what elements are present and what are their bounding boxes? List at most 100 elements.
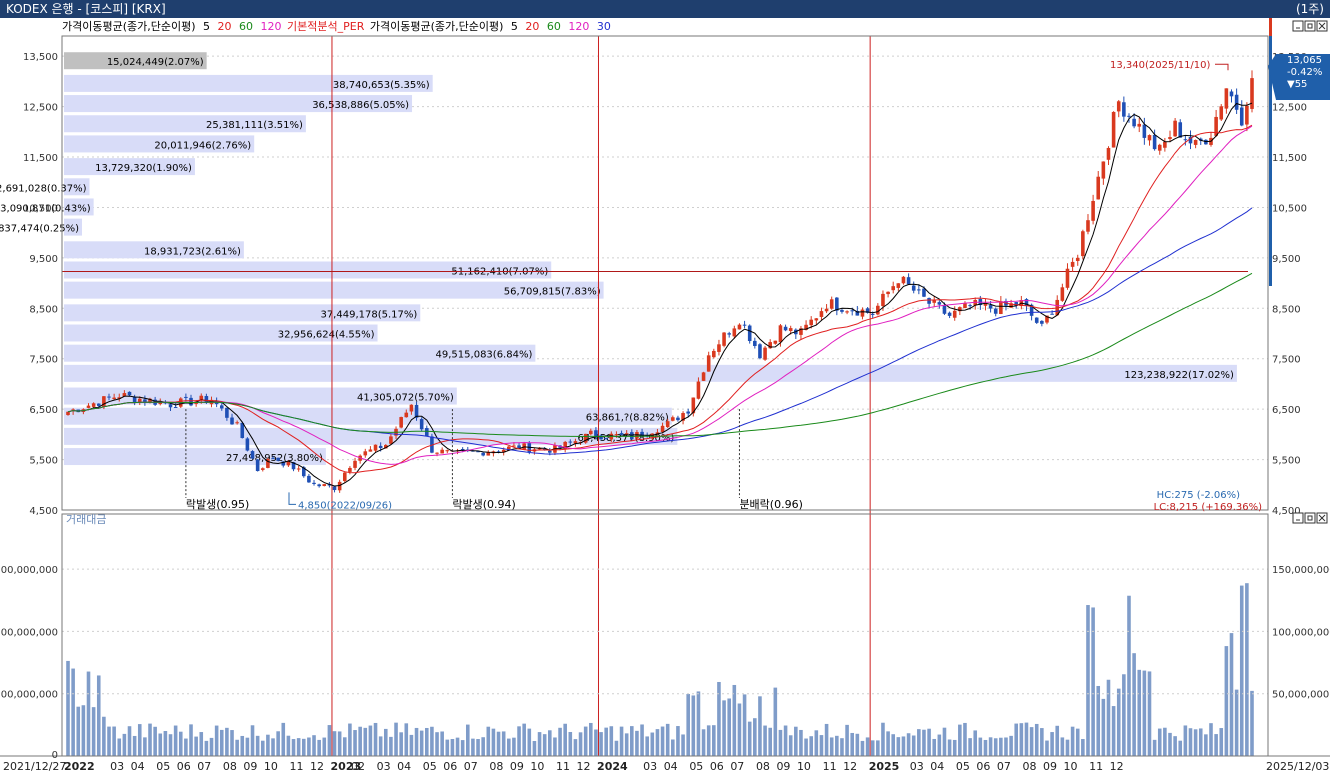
candle-body xyxy=(419,419,424,430)
volume-bar xyxy=(1106,679,1111,756)
legend-per-label: 기본적분석_PER xyxy=(287,20,365,33)
volume-bar xyxy=(322,737,327,756)
maximize-icon[interactable] xyxy=(1304,20,1316,32)
x-axis-label: 2022 xyxy=(64,760,95,773)
x-axis-label: 11 xyxy=(1089,760,1103,773)
volume-bar xyxy=(799,729,803,756)
candle-body xyxy=(999,301,1003,314)
volume-bar xyxy=(978,737,983,756)
volume-panel-controls[interactable] xyxy=(1292,512,1328,524)
period-label: (1주) xyxy=(1295,2,1324,16)
volume-bar xyxy=(1127,595,1131,756)
volume-bar xyxy=(773,687,778,756)
price-tick-right: 7,500 xyxy=(1272,355,1301,366)
volume-bar xyxy=(768,727,772,756)
volume-bar xyxy=(691,695,696,756)
x-axis-label: 07 xyxy=(997,760,1011,773)
volume-profile-label: 49,515,083(6.84%) xyxy=(436,350,533,361)
candle-body xyxy=(1245,105,1249,125)
legend-ma2-p120: 120 xyxy=(568,20,589,33)
legend-ma1-p120: 120 xyxy=(261,20,282,33)
volume-bar xyxy=(1152,739,1157,756)
volume-bar xyxy=(1034,723,1039,756)
price-tick-right: 5,500 xyxy=(1272,456,1301,467)
x-axis-label: 03 xyxy=(110,760,124,773)
volume-bar xyxy=(332,731,337,756)
x-axis-label: 08 xyxy=(756,760,770,773)
candle-body xyxy=(722,332,726,346)
price-panel-controls[interactable] xyxy=(1292,20,1328,32)
candle-body xyxy=(891,286,896,291)
candle-body xyxy=(230,417,234,425)
low-annotation: 4,850(2022/09/26) xyxy=(298,500,392,511)
candle-body xyxy=(712,350,716,358)
volume-bar xyxy=(1204,734,1208,756)
candle-body xyxy=(1040,320,1044,324)
candle-body xyxy=(840,309,844,312)
candle-body xyxy=(783,326,788,331)
candle-body xyxy=(481,452,485,456)
volume-bar xyxy=(1214,734,1218,756)
volume-tick-right: 100,000,000 xyxy=(1272,627,1330,638)
volume-bar xyxy=(840,738,844,756)
x-axis-label: 12 xyxy=(1110,760,1124,773)
candle-body xyxy=(763,347,767,360)
legend-ma2-label: 가격이동평균(종가,단순이평) xyxy=(370,20,504,33)
candle-body xyxy=(445,450,450,452)
maximize-icon[interactable] xyxy=(1304,512,1316,524)
candle-body xyxy=(409,404,414,412)
volume-bar xyxy=(214,725,219,756)
volume-bar xyxy=(614,740,619,756)
volume-profile-label: 41,305,072(5.70%) xyxy=(357,393,454,404)
x-axis-label: 09 xyxy=(1043,760,1057,773)
volume-bar xyxy=(76,706,81,756)
volume-profile-label: 1,837,474(0.25%) xyxy=(0,224,79,235)
candle-body xyxy=(276,457,280,461)
volume-bar xyxy=(1234,689,1239,756)
volume-bar xyxy=(963,722,967,756)
legend-ma2-p5: 5 xyxy=(511,20,518,33)
volume-profile-bar xyxy=(64,407,672,425)
candle-body xyxy=(1168,137,1172,139)
candle-body xyxy=(96,403,101,406)
candle-body xyxy=(271,458,275,460)
candle-body xyxy=(1152,134,1157,150)
volume-bar xyxy=(1183,725,1188,756)
volume-bar xyxy=(363,727,368,756)
volume-bar xyxy=(1142,670,1147,756)
candle-body xyxy=(917,289,921,291)
volume-bar xyxy=(758,696,762,756)
volume-bar xyxy=(665,723,670,756)
candle-body xyxy=(1096,176,1101,200)
stock-chart[interactable]: 15,024,449(2.07%) 38,740,653(5.35%) 36,538… xyxy=(0,18,1330,778)
volume-bar xyxy=(824,723,829,756)
volume-bar xyxy=(860,740,865,756)
volume-bar xyxy=(132,735,137,756)
volume-bar xyxy=(168,734,173,756)
legend-ma2-p60: 60 xyxy=(547,20,561,33)
volume-bar xyxy=(1055,725,1060,756)
minimize-icon[interactable] xyxy=(1292,512,1304,524)
volume-bar xyxy=(189,724,193,756)
minimize-icon[interactable] xyxy=(1292,20,1304,32)
volume-bar xyxy=(1188,728,1193,756)
price-tick-left: 5,500 xyxy=(29,456,58,467)
candle-body xyxy=(112,397,116,400)
candle-body xyxy=(353,460,357,468)
volume-bar xyxy=(1239,585,1244,756)
volume-bar xyxy=(245,737,250,756)
volume-bar xyxy=(722,700,726,756)
candle-body xyxy=(1234,94,1239,110)
volume-bar xyxy=(281,722,286,756)
volume-profile-bar xyxy=(64,364,1237,382)
candle-body xyxy=(1075,257,1080,262)
volume-bar xyxy=(1132,653,1136,756)
candle-body xyxy=(660,425,665,432)
candle-body xyxy=(332,486,337,491)
x-axis-label: 11 xyxy=(290,760,304,773)
volume-bar xyxy=(835,735,839,756)
volume-bar xyxy=(368,725,373,756)
candle-body xyxy=(137,398,142,402)
event-label: 락발생(0.95) xyxy=(186,498,249,511)
x-axis-label: 04 xyxy=(664,760,678,773)
